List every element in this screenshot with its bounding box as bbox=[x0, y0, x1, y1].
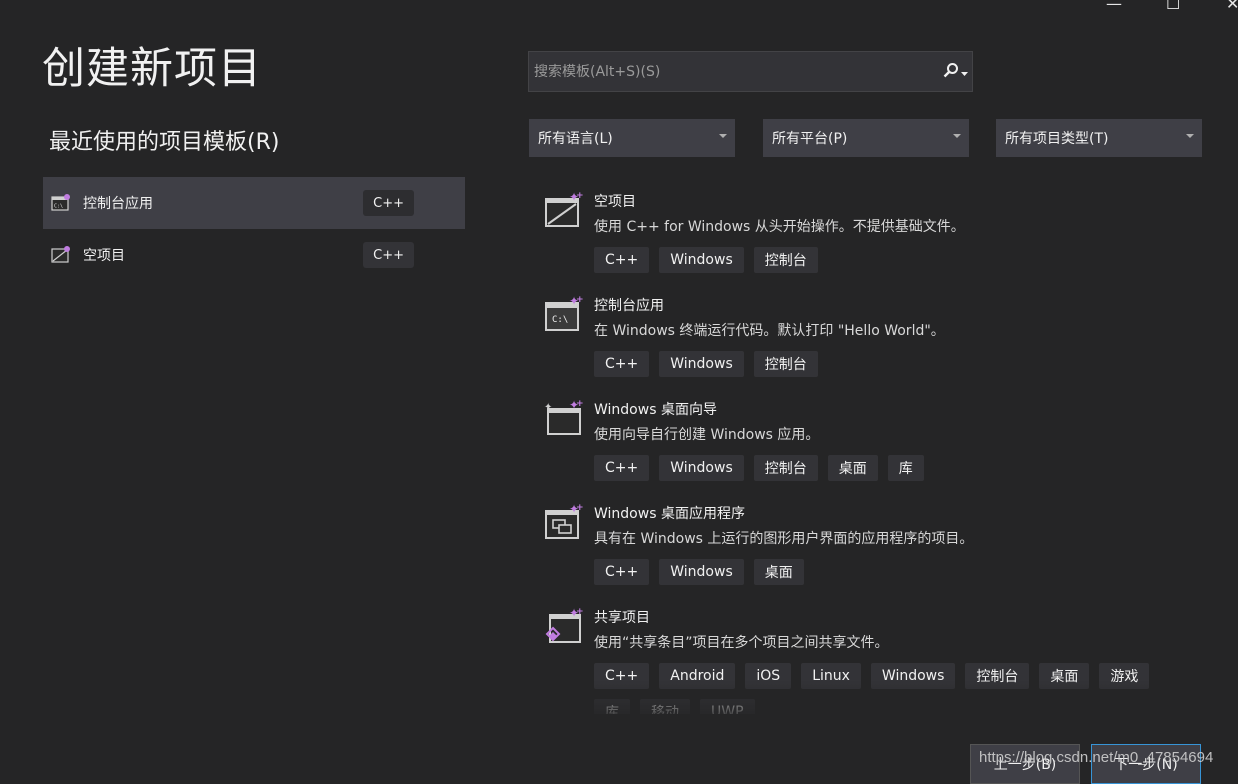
template-description: 具有在 Windows 上运行的图形用户界面的应用程序的项目。 bbox=[594, 531, 974, 547]
template-tag: iOS bbox=[745, 663, 792, 689]
desktop-wizard-icon: ✦ ✦ + bbox=[544, 398, 584, 438]
template-description: 使用 C++ for Windows 从头开始操作。不提供基础文件。 bbox=[594, 219, 965, 235]
svg-text:+: + bbox=[576, 607, 584, 617]
template-tag: 控制台 bbox=[753, 351, 818, 377]
template-tag: 移动 bbox=[640, 699, 690, 714]
template-tag: Windows bbox=[659, 247, 744, 273]
template-tag: Windows bbox=[870, 663, 956, 689]
project-type-filter-label: 所有项目类型(T) bbox=[1005, 131, 1109, 147]
svg-text:+: + bbox=[576, 399, 584, 409]
svg-text:C:\: C:\ bbox=[54, 204, 63, 210]
desktop-app-icon: ✦ + bbox=[544, 502, 584, 542]
template-tags: C++ Android iOS Linux Windows 控制台 桌面 游戏 … bbox=[594, 663, 1194, 714]
project-type-filter[interactable]: 所有项目类型(T) bbox=[996, 119, 1202, 157]
minimize-button[interactable]: — bbox=[1106, 0, 1122, 14]
template-tag: 库 bbox=[594, 699, 630, 714]
template-item-shared-project[interactable]: ✦ + 共享项目 使用“共享条目”项目在多个项目之间共享文件。 C++ Andro… bbox=[540, 602, 1210, 714]
template-tag: 游戏 bbox=[1099, 663, 1150, 689]
template-description: 在 Windows 终端运行代码。默认打印 "Hello World"。 bbox=[594, 323, 945, 339]
language-tag: C++ bbox=[363, 242, 414, 268]
template-list: ✦ + 空项目 使用 C++ for Windows 从头开始操作。不提供基础文件… bbox=[540, 186, 1220, 714]
maximize-button[interactable]: ☐ bbox=[1166, 0, 1180, 14]
page-title: 创建新项目 bbox=[42, 44, 262, 94]
language-filter-label: 所有语言(L) bbox=[538, 131, 613, 147]
template-tag: Linux bbox=[801, 663, 861, 689]
search-button[interactable] bbox=[938, 52, 972, 91]
recent-templates-heading: 最近使用的项目模板(R) bbox=[49, 130, 280, 155]
template-name: Windows 桌面应用程序 bbox=[594, 506, 745, 522]
template-item-desktop-wizard[interactable]: ✦ ✦ + Windows 桌面向导 使用向导自行创建 Windows 应用。 C+… bbox=[540, 394, 1210, 494]
chevron-down-icon bbox=[719, 134, 727, 138]
template-tag: C++ bbox=[594, 247, 650, 273]
template-tag: UWP bbox=[700, 699, 755, 714]
chevron-down-icon bbox=[953, 134, 961, 138]
svg-text:+: + bbox=[576, 191, 584, 201]
platform-filter[interactable]: 所有平台(P) bbox=[763, 119, 969, 157]
template-item-empty-project[interactable]: ✦ + 空项目 使用 C++ for Windows 从头开始操作。不提供基础文件… bbox=[540, 186, 1210, 286]
template-tags: C++ Windows 控制台 桌面 库 bbox=[594, 455, 1194, 481]
template-tag: 库 bbox=[887, 455, 924, 481]
template-item-console-app[interactable]: C:\ ✦ + 控制台应用 在 Windows 终端运行代码。默认打印 "Hello… bbox=[540, 290, 1210, 390]
template-tag: 桌面 bbox=[827, 455, 878, 481]
template-name: 共享项目 bbox=[594, 610, 650, 626]
template-tags: C++ Windows 控制台 bbox=[594, 351, 1194, 377]
template-tag: C++ bbox=[594, 663, 650, 689]
console-app-icon: C:\ bbox=[51, 193, 73, 213]
search-icon bbox=[943, 62, 959, 82]
template-description: 使用“共享条目”项目在多个项目之间共享文件。 bbox=[594, 635, 889, 651]
close-button[interactable]: ✕ bbox=[1226, 0, 1238, 14]
svg-text:✦: ✦ bbox=[544, 402, 552, 413]
template-description: 使用向导自行创建 Windows 应用。 bbox=[594, 427, 820, 443]
template-tag: Windows bbox=[659, 351, 744, 377]
platform-filter-label: 所有平台(P) bbox=[772, 131, 848, 147]
empty-project-icon: ✦ + bbox=[544, 190, 584, 230]
language-filter[interactable]: 所有语言(L) bbox=[529, 119, 735, 157]
template-tags: C++ Windows 控制台 bbox=[594, 247, 1194, 273]
template-item-desktop-app[interactable]: ✦ + Windows 桌面应用程序 具有在 Windows 上运行的图形用户界面… bbox=[540, 498, 1210, 598]
recent-item-label: 空项目 bbox=[83, 248, 125, 264]
template-name: 控制台应用 bbox=[594, 298, 664, 314]
template-tag: C++ bbox=[594, 351, 650, 377]
recent-templates-list: C:\ 控制台应用 C++ 空项目 C++ bbox=[43, 177, 465, 281]
search-input[interactable] bbox=[529, 62, 938, 81]
svg-text:+: + bbox=[576, 503, 584, 513]
empty-project-icon bbox=[51, 245, 73, 265]
template-tag: 桌面 bbox=[753, 559, 804, 585]
recent-item-empty-project[interactable]: 空项目 C++ bbox=[43, 229, 465, 281]
console-app-icon: C:\ ✦ + bbox=[544, 294, 584, 334]
template-tag: C++ bbox=[594, 559, 650, 585]
template-tags: C++ Windows 桌面 bbox=[594, 559, 1194, 585]
template-name: Windows 桌面向导 bbox=[594, 402, 717, 418]
template-tag: 控制台 bbox=[753, 247, 818, 273]
svg-text:C:\: C:\ bbox=[552, 315, 568, 325]
template-tag: 控制台 bbox=[753, 455, 818, 481]
template-tag: 控制台 bbox=[965, 663, 1030, 689]
template-name: 空项目 bbox=[594, 194, 636, 210]
chevron-down-icon bbox=[960, 62, 968, 81]
template-tag: 桌面 bbox=[1039, 663, 1090, 689]
template-tag: Android bbox=[659, 663, 736, 689]
watermark-text: https://blog.csdn.net/m0_47854694 bbox=[979, 749, 1214, 766]
shared-project-icon: ✦ + bbox=[544, 606, 584, 646]
recent-item-label: 控制台应用 bbox=[83, 196, 153, 212]
template-tag: Windows bbox=[659, 455, 744, 481]
chevron-down-icon bbox=[1186, 134, 1194, 138]
template-tag: C++ bbox=[594, 455, 650, 481]
svg-text:+: + bbox=[576, 295, 584, 305]
template-search-box bbox=[528, 51, 973, 92]
template-tag: Windows bbox=[659, 559, 744, 585]
language-tag: C++ bbox=[363, 190, 414, 216]
recent-item-console-app[interactable]: C:\ 控制台应用 C++ bbox=[43, 177, 465, 229]
